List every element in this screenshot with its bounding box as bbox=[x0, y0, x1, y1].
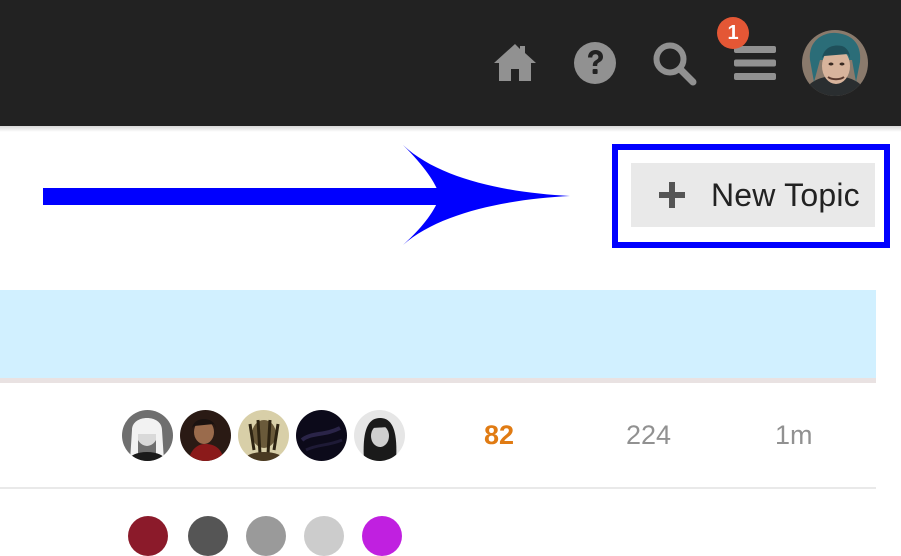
poster-avatar[interactable] bbox=[180, 410, 231, 461]
poster-avatar[interactable] bbox=[296, 410, 347, 461]
poster-avatar[interactable] bbox=[354, 410, 405, 461]
poster-avatar[interactable] bbox=[246, 516, 286, 556]
notification-badge[interactable]: 1 bbox=[717, 17, 749, 49]
poster-avatar[interactable] bbox=[128, 516, 168, 556]
poster-avatar[interactable] bbox=[122, 410, 173, 461]
poster-avatar[interactable] bbox=[304, 516, 344, 556]
new-topics-banner[interactable] bbox=[0, 290, 876, 378]
poster-avatar[interactable] bbox=[362, 516, 402, 556]
topic-row[interactable]: 82 224 1m bbox=[0, 383, 876, 489]
home-icon[interactable] bbox=[492, 40, 538, 86]
user-avatar[interactable] bbox=[802, 30, 868, 96]
views-count: 224 bbox=[626, 420, 672, 450]
question-circle-icon[interactable] bbox=[572, 40, 618, 86]
header-shadow bbox=[0, 126, 901, 132]
site-header: 1 bbox=[0, 0, 901, 126]
plus-icon bbox=[659, 182, 685, 208]
new-topic-label: New Topic bbox=[711, 176, 860, 213]
annotation-arrow bbox=[43, 145, 570, 245]
replies-count[interactable]: 82 bbox=[484, 417, 514, 453]
poster-avatar[interactable] bbox=[188, 516, 228, 556]
poster-avatar[interactable] bbox=[238, 410, 289, 461]
new-topic-button[interactable]: New Topic bbox=[631, 163, 875, 227]
last-activity[interactable]: 1m bbox=[775, 417, 813, 453]
search-icon[interactable] bbox=[651, 40, 697, 86]
